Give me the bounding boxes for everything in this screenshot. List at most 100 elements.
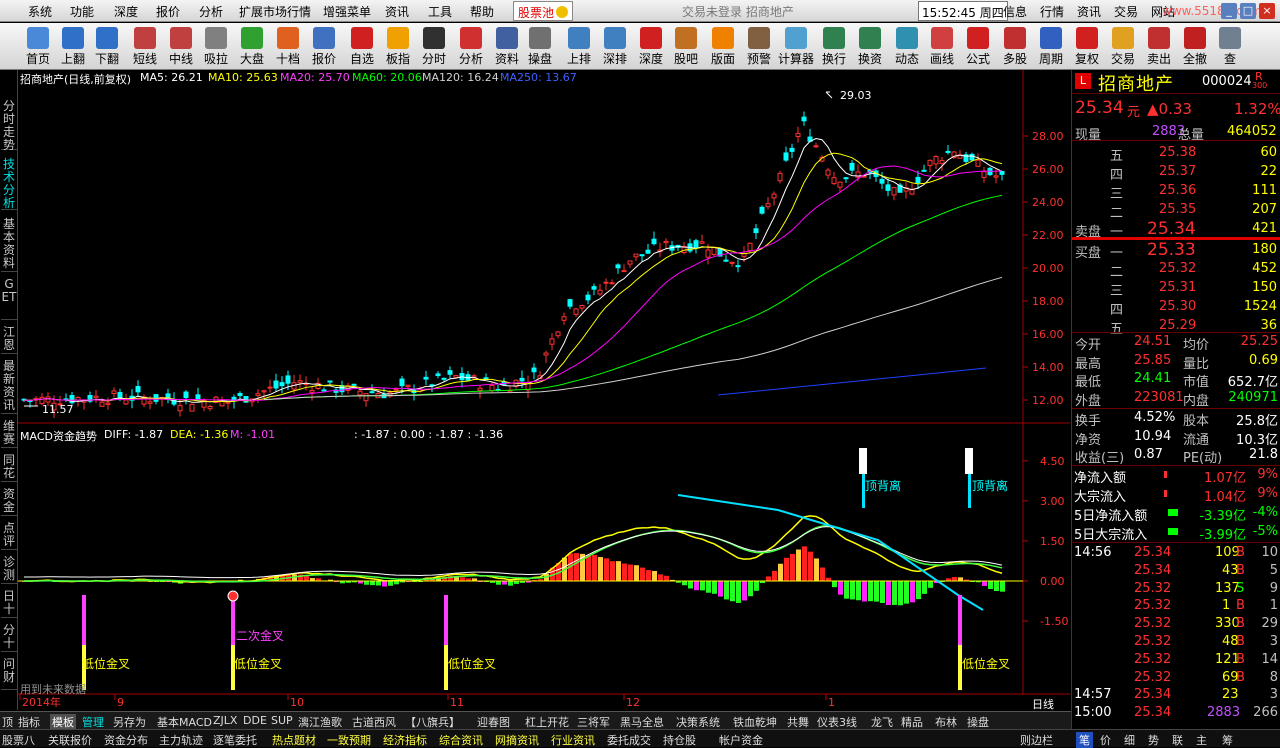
indicator-tab-21[interactable]: 精品 [901,714,923,730]
indicator-tab-23[interactable]: 操盘 [967,714,989,730]
indicator-tab-14[interactable]: 三将军 [577,714,610,730]
menu-news[interactable]: 资讯 [385,3,409,20]
side-tab-weisai[interactable]: 维赛 [1,418,17,448]
toolbar-icon-7 [277,27,299,49]
indicator-tab-15[interactable]: 黑马全息 [620,714,664,730]
candle-body [147,401,153,404]
flow-row: 大宗流入 1.04亿 9% [1072,485,1280,505]
quote-tab-4[interactable]: 势 [1148,732,1159,748]
candle-body [309,389,315,393]
info-tab-8[interactable]: 综合资讯 [439,732,483,748]
maximize-icon[interactable]: □ [1240,3,1256,19]
indicator-tab-3[interactable]: 管理 [82,714,104,730]
menu-enhanced[interactable]: 增强菜单 [323,3,371,20]
info-tab-13[interactable]: 帐户资金 [719,732,763,748]
indicator-tab-0[interactable]: 顶 [2,714,13,730]
minimize-icon[interactable]: _ [1221,3,1237,19]
close-icon[interactable]: × [1259,3,1275,19]
menu-tools[interactable]: 工具 [428,3,452,20]
macd-bar [706,581,711,593]
info-tab-6[interactable]: 一致预期 [327,732,371,748]
menu-info[interactable]: 信息 [1003,3,1027,20]
r-badge-sub: 300 [1252,81,1268,90]
menu-function[interactable]: 功能 [70,3,94,20]
indicator-tab-17[interactable]: 铁血乾坤 [733,714,777,730]
info-tab-4[interactable]: 逐笔委托 [213,732,257,748]
indicator-tab-10[interactable]: 古道西风 [352,714,396,730]
bid-volume: 36 [1260,318,1277,333]
quote-tab-7[interactable]: 筹 [1222,732,1233,748]
indicator-tab-4[interactable]: 另存为 [113,714,146,730]
indicator-tab-22[interactable]: 布林 [935,714,957,730]
info-tab-3[interactable]: 主力轨迹 [159,732,203,748]
indicator-tab-12[interactable]: 迎春图 [477,714,510,730]
side-tab-min10[interactable]: 分十 [1,622,17,652]
side-tab-get[interactable]: GET [1,276,17,320]
side-tab-gann[interactable]: 江恩 [1,324,17,354]
info-tab-0[interactable]: 股票八 [2,732,35,748]
chart-canvas[interactable]: 28.00 26.00 24.00 22.00 20.00 18.00 16.00 14.00… [18,70,1070,710]
quote-tab-2[interactable]: 价 [1100,732,1111,748]
indicator-tab-11[interactable]: 【八旗兵】 [405,714,460,730]
info-tab-2[interactable]: 资金分布 [104,732,148,748]
info-tab-11[interactable]: 委托成交 [607,732,651,748]
info-tab-7[interactable]: 经济指标 [383,732,427,748]
indicator-tab-9[interactable]: 漓江渔歌 [298,714,342,730]
info-tab-9[interactable]: 网摘资讯 [495,732,539,748]
side-tab-latest-news[interactable]: 最新资讯 [1,358,17,414]
indicator-tab-20[interactable]: 龙飞 [871,714,893,730]
stat-label-2: 市值 [1183,375,1210,390]
side-tab-wencai[interactable]: 问财 [1,656,17,690]
chart-area[interactable]: 28.00 26.00 24.00 22.00 20.00 18.00 16.00 14.00… [18,70,1070,712]
menu-market[interactable]: 行情 [1040,3,1064,20]
info-tab-12[interactable]: 持仓股 [663,732,696,748]
side-tab-funds[interactable]: 资金 [1,486,17,516]
indicator-tab-19[interactable]: 仪表3线 [817,714,857,730]
side-tab-review[interactable]: 点评 [1,520,17,550]
menu-depth[interactable]: 深度 [114,3,138,20]
indicator-tab-16[interactable]: 决策系统 [676,714,720,730]
indicator-tab-18[interactable]: 共舞 [787,714,809,730]
menu-help[interactable]: 帮助 [470,3,494,20]
quote-tab-6[interactable]: 主 [1196,732,1207,748]
side-tab-technical[interactable]: 技术分析 [1,156,17,210]
indicator-tab-13[interactable]: 杠上开花 [525,714,569,730]
tick-count: 3 [1269,687,1278,703]
quote-tab-5[interactable]: 联 [1172,732,1183,748]
macd-bar [700,581,705,591]
toolbar-button-33[interactable]: 查 [1212,25,1248,69]
indicator-tab-2[interactable]: 模板 [50,714,76,730]
tick-count: 14 [1261,651,1278,667]
menu-quote[interactable]: 报价 [156,3,180,20]
menu-ext-market[interactable]: 扩展市场行情 [239,3,311,20]
indicator-tab-8[interactable]: SUP [271,714,293,727]
side-tab-intraday[interactable]: 分时走势 [1,98,17,152]
ask-level: 三 [1110,187,1124,202]
indicator-tab-7[interactable]: DDE [243,714,267,727]
menu-analysis[interactable]: 分析 [199,3,223,20]
side-tab-tonghua[interactable]: 同花 [1,452,17,482]
side-tab-day10[interactable]: 日十 [1,588,17,618]
toolbar-button-2[interactable]: 下翻 [89,25,125,69]
quote-tab-1[interactable]: 笔 [1076,732,1093,748]
flow-label: 大宗流入 [1074,490,1127,505]
stock-pool-button[interactable]: 股票池 [513,1,574,21]
indicator-tab-1[interactable]: 指标 [18,714,40,730]
menu-trade[interactable]: 交易 [1114,3,1138,20]
side-tab-fundamentals[interactable]: 基本资料 [1,216,17,272]
info-tab-1[interactable]: 关联报价 [48,732,92,748]
menu-system[interactable]: 系统 [28,3,52,20]
indicator-tab-5[interactable]: 基本MACD [157,714,212,730]
info-tab-5[interactable]: 热点题材 [272,732,316,748]
toolbar-button-21[interactable]: 计算器 [778,25,814,69]
quote-tab-3[interactable]: 细 [1124,732,1135,748]
toolbar-button-14[interactable]: 操盘 [522,25,558,69]
period-label[interactable]: 日线 [1032,696,1054,712]
info-tab-10[interactable]: 行业资讯 [551,732,595,748]
indicator-tab-6[interactable]: ZJLX [213,714,237,727]
quote-tab-0[interactable]: 则边栏 [1020,732,1053,748]
side-tab-diagnose[interactable]: 诊测 [1,554,17,584]
menu-info2[interactable]: 资讯 [1077,3,1101,20]
toolbar-button-8[interactable]: 报价 [306,25,342,69]
macd-bar [610,561,615,581]
